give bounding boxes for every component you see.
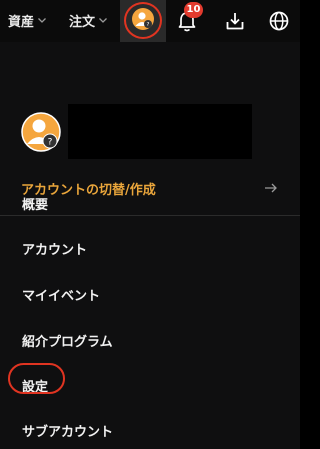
orders-label: 注文 [69,14,96,30]
orders-dropdown[interactable]: 注文 [69,10,108,30]
download-icon[interactable] [224,10,246,32]
user-avatar-icon: ? [132,8,154,30]
menu-item-sub-account[interactable]: サブアカウント [0,412,300,448]
menu-item-label: マイイベント [22,289,101,304]
svg-text:?: ? [147,22,150,28]
notification-badge: 10 [184,2,203,18]
menu-item-label: サブアカウント [22,425,114,440]
menu-item-account[interactable]: アカウント [0,230,300,266]
assets-dropdown[interactable]: 資産 [8,10,47,30]
menu-item-label: アカウント [22,243,88,258]
top-navigation-bar: 資産 注文 ? 10 [0,0,300,42]
globe-icon[interactable] [268,10,290,32]
chevron-down-icon [38,18,46,23]
menu-item-referral-program[interactable]: 紹介プログラム [0,322,300,358]
menu-item-label: 紹介プログラム [22,335,113,350]
chevron-down-icon [99,18,107,23]
menu-item-my-events[interactable]: マイイベント [0,276,300,312]
settings-highlight-circle [8,363,65,394]
assets-label: 資産 [8,14,35,30]
profile-avatar-icon: ? [21,112,61,152]
menu-item-overview[interactable]: 概要 [0,185,300,221]
svg-text:?: ? [48,138,53,148]
menu-item-label: 概要 [22,198,49,213]
account-menu-button[interactable]: ? [120,0,166,42]
redacted-user-info [68,104,252,159]
